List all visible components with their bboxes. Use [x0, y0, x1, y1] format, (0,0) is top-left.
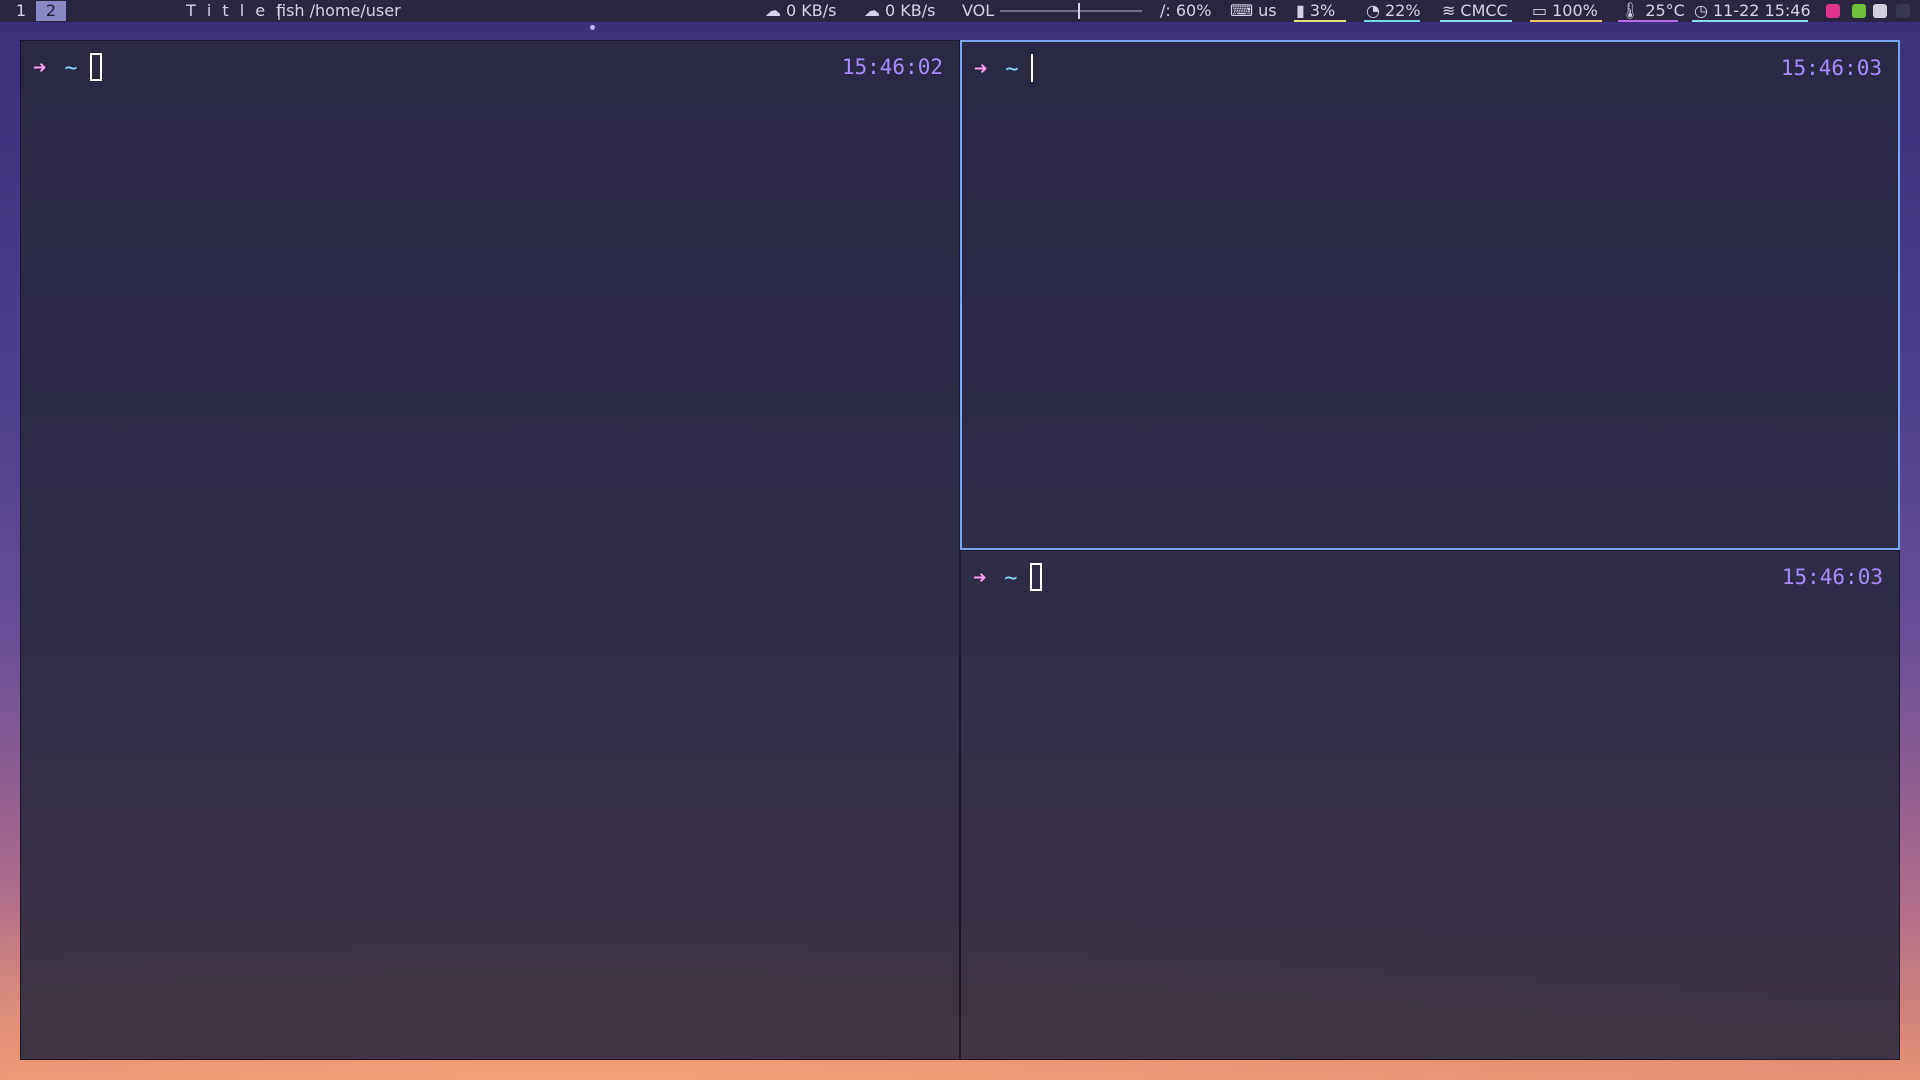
temperature-underline	[1618, 20, 1678, 22]
keyboard-icon: ⌨	[1230, 1, 1254, 20]
shell-prompt: ➜ ~	[973, 563, 1042, 591]
terminal-bottom-right[interactable]: ➜ ~ 15:46:03	[960, 550, 1900, 1060]
cloud-download-icon: ☁	[864, 1, 880, 20]
battery-icon: ▭	[1532, 1, 1548, 20]
disk-usage: /: 60%	[1160, 1, 1212, 20]
volume-label: VOL	[962, 1, 995, 20]
battery-status: ▭ 100%	[1532, 1, 1598, 20]
text-cursor	[1030, 54, 1033, 82]
terminal-top-right[interactable]: ➜ ~ 15:46:03	[960, 40, 1900, 550]
date-time[interactable]: ◷ 11-22 15:46	[1694, 0, 1811, 22]
tray-display-icon[interactable]	[1873, 4, 1887, 18]
keyboard-layout[interactable]: ⌨ us	[1230, 0, 1277, 22]
text-cursor	[1029, 563, 1042, 591]
clock-icon: ◷	[1694, 1, 1708, 20]
wallpaper-star	[590, 25, 595, 30]
shell-prompt: ➜ ~	[33, 53, 102, 81]
temperature: 🌡 25°C	[1620, 1, 1685, 20]
shell-prompt: ➜ ~	[974, 54, 1033, 82]
volume-slider-handle[interactable]	[1078, 3, 1080, 19]
memory-icon: ▮	[1296, 1, 1305, 20]
wifi-network[interactable]: ≋ CMCC	[1442, 0, 1508, 22]
cloud-upload-icon: ☁	[765, 1, 781, 20]
datetime-underline	[1692, 20, 1808, 22]
cpu-usage: ◔ 22%	[1366, 1, 1421, 20]
workspace-2-button[interactable]: 2	[36, 1, 66, 21]
prompt-arrow-icon: ➜	[974, 57, 988, 82]
cpu-underline	[1364, 20, 1420, 22]
text-cursor	[89, 53, 102, 81]
volume-slider[interactable]	[1000, 10, 1142, 12]
prompt-time: 15:46:02	[841, 55, 943, 79]
prompt-time: 15:46:03	[1780, 56, 1882, 80]
upload-indicator: ☁ 0 KB/s	[765, 1, 837, 20]
prompt-cwd: ~	[1005, 57, 1019, 82]
prompt-arrow-icon: ➜	[33, 56, 47, 81]
tray-misc-icon[interactable]	[1896, 4, 1910, 18]
thermometer-icon: 🌡	[1620, 1, 1641, 20]
wifi-icon: ≋	[1442, 1, 1456, 20]
tray-app-icon[interactable]	[1826, 4, 1840, 18]
download-indicator: ☁ 0 KB/s	[864, 1, 936, 20]
cpu-pie-icon: ◔	[1366, 1, 1380, 20]
window-title: fish /home/user	[276, 1, 401, 20]
battery-underline	[1530, 20, 1602, 22]
workspace-1-button[interactable]: 1	[6, 1, 36, 21]
memory-underline	[1294, 20, 1346, 22]
prompt-arrow-icon: ➜	[973, 566, 987, 591]
tray-vpn-icon[interactable]	[1852, 4, 1866, 18]
prompt-cwd: ~	[64, 56, 78, 81]
prompt-cwd: ~	[1004, 566, 1018, 591]
wifi-underline	[1440, 20, 1512, 22]
memory-usage: ▮ 3%	[1296, 1, 1336, 20]
top-bar: 1 2 T i t l e | fish /home/user ☁ 0 KB/s …	[0, 0, 1920, 22]
title-label: T i t l e |	[186, 1, 285, 20]
prompt-time: 15:46:03	[1781, 565, 1883, 589]
terminal-left[interactable]: ➜ ~ 15:46:02	[20, 40, 960, 1060]
